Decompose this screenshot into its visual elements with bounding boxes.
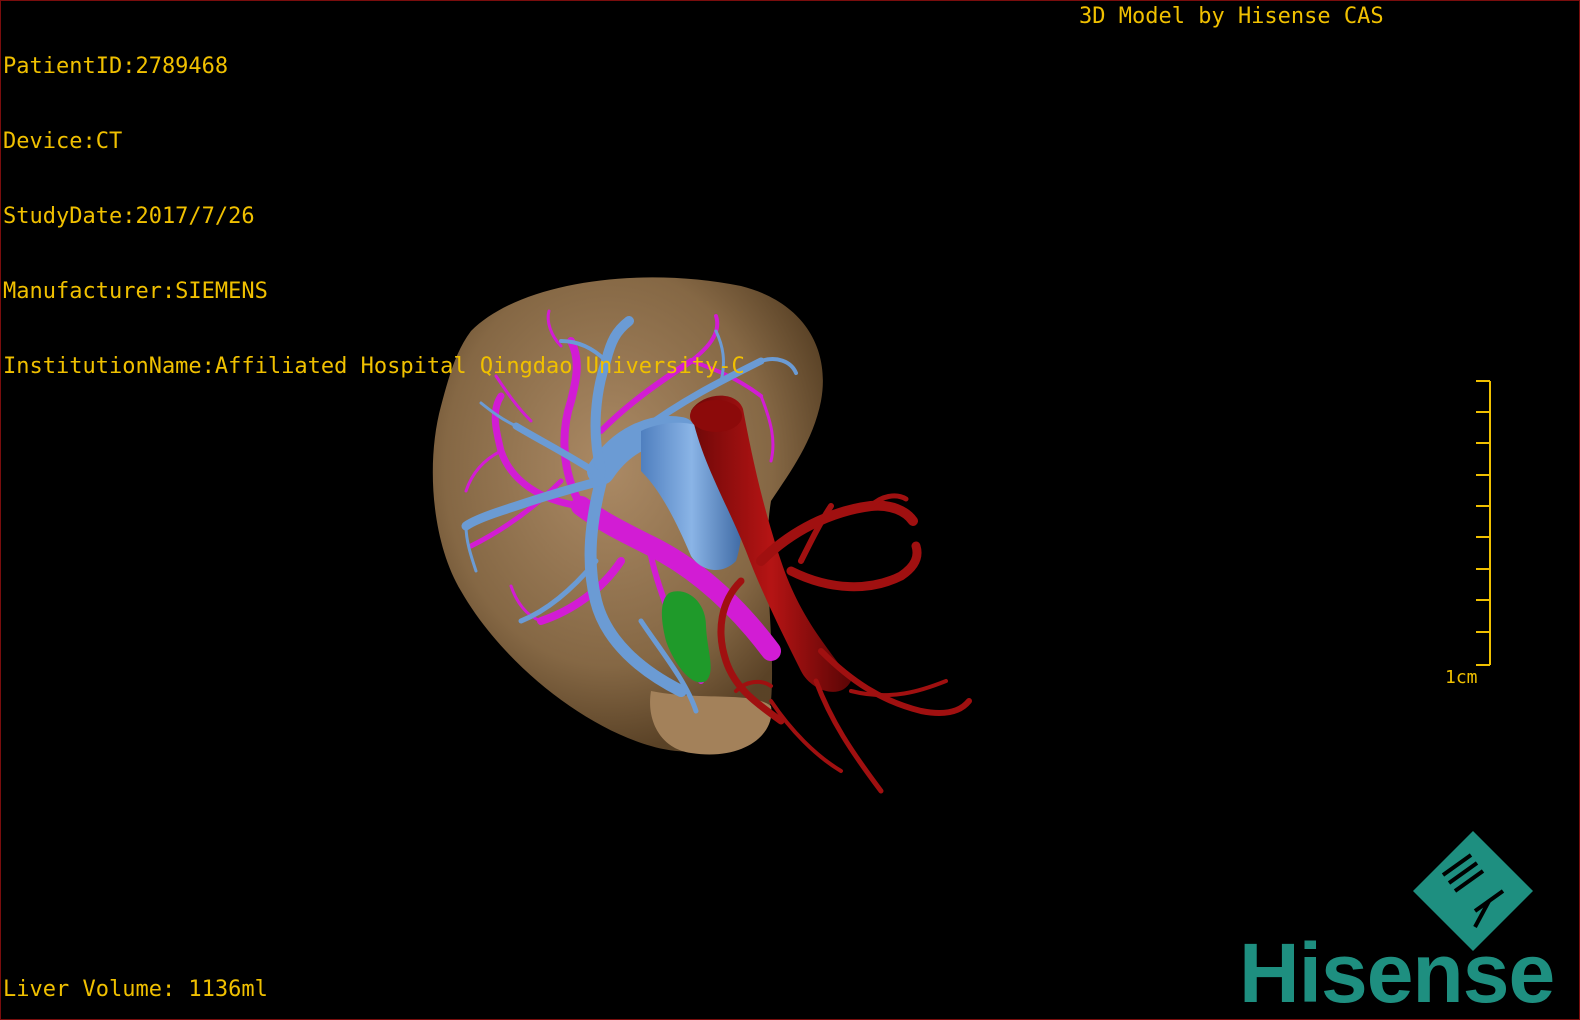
institution-name-label: InstitutionName:Affiliated Hospital Qing… [3,354,745,379]
dicom-info-block: PatientID:2789468 Device:CT StudyDate:20… [3,4,745,429]
model-credit-label: 3D Model by Hisense CAS [1079,4,1384,29]
manufacturer-label: Manufacturer:SIEMENS [3,279,268,304]
scale-bar [1476,380,1491,666]
scale-bar-label: 1cm [1445,667,1478,688]
liver-volume-label: Liver Volume: 1136ml [3,977,268,1002]
device-label: Device:CT [3,129,123,154]
hisense-logo-text: Hisense [1239,926,1555,1020]
study-date-label: StudyDate:2017/7/26 [3,204,255,229]
3d-viewport[interactable]: PatientID:2789468 Device:CT StudyDate:20… [0,0,1580,1020]
patient-id-label: PatientID:2789468 [3,54,229,79]
